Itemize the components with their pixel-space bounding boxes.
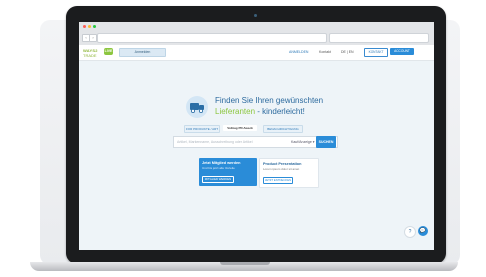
search-input[interactable]: Artikel, Markenname, Ausschreibung oder …: [177, 137, 252, 147]
laptop-notch: [220, 262, 270, 265]
hero-title-rest: - kinderleicht!: [255, 107, 305, 116]
chat-icon[interactable]: 💬: [418, 226, 428, 236]
close-window-icon[interactable]: [83, 25, 86, 28]
become-member-button[interactable]: MITGLIED WERDEN: [202, 176, 234, 183]
site-header: WAYS2 TRADE LIVE Anmelden ANMELDEN Konta…: [79, 45, 434, 61]
card-text: Lorem ipsum dolor sit amet: [263, 167, 300, 171]
hero-title-line1: Finden Sie Ihren gewünschten: [215, 96, 324, 105]
account-button[interactable]: ACCOUNT: [390, 48, 414, 55]
language-switch[interactable]: DE | EN: [341, 49, 354, 55]
logo-bottom-text: TRADE: [83, 53, 97, 58]
live-badge: LIVE: [104, 48, 113, 55]
camera: [254, 14, 257, 17]
search-category-select[interactable]: Kauf/Anzeige ▾: [291, 137, 315, 147]
delivery-truck-icon: [186, 96, 208, 118]
minimize-window-icon[interactable]: [88, 25, 91, 28]
laptop-base: [30, 262, 458, 271]
hero-title-highlight: Lieferanten: [215, 107, 256, 116]
chip-active[interactable]: Vollzug PD Awsck: [223, 125, 257, 131]
logo[interactable]: WAYS2 TRADE: [83, 48, 103, 58]
chip-products[interactable]: FOR PRODUKTE / ART: [184, 125, 220, 133]
laptop-screen: ‹ › WAYS2 TRADE LIVE Anmelden ANMELDEN K…: [79, 22, 434, 250]
membership-card: Jetzt Mitglied werden Und bis jetzt alle…: [199, 158, 257, 186]
nav-link-anmelden[interactable]: ANMELDEN: [289, 49, 308, 55]
card-text: Und bis jetzt alle Vorteile: [202, 166, 235, 170]
search-button[interactable]: SUCHEN: [316, 136, 336, 148]
chip-notification[interactable]: BENACHRICHTIGUNG: [263, 125, 303, 133]
product-card: Product Presentation Lorem ipsum dolor s…: [259, 158, 319, 188]
laptop-lid: ‹ › WAYS2 TRADE LIVE Anmelden ANMELDEN K…: [66, 6, 446, 264]
discover-button[interactable]: JETZT ENTDECKEN: [263, 177, 293, 184]
forward-icon[interactable]: ›: [89, 34, 97, 42]
address-bar[interactable]: [97, 33, 327, 43]
zoom-window-icon[interactable]: [93, 25, 96, 28]
browser-search-field[interactable]: [329, 33, 429, 43]
help-icon[interactable]: ?: [404, 226, 416, 238]
nav-link-kontakt[interactable]: Kontakt: [319, 49, 331, 55]
hero-title-line2: Lieferanten - kinderleicht!: [215, 107, 305, 117]
header-tab[interactable]: Anmelden: [119, 48, 166, 57]
search-field[interactable]: Artikel, Markenname, Ausschreibung oder …: [173, 136, 338, 148]
browser-chrome: ‹ ›: [79, 22, 434, 45]
contact-button[interactable]: KONTAKT: [364, 48, 388, 57]
